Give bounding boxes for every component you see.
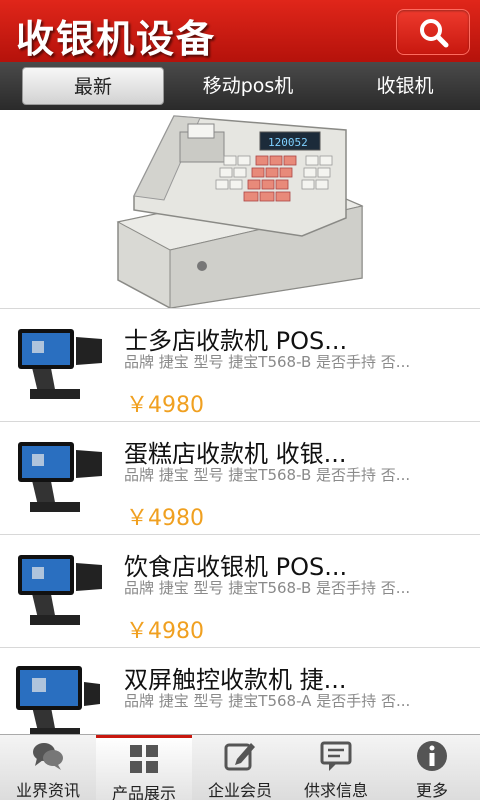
register-display-digits: 120052 [268, 136, 308, 149]
grid-icon [130, 745, 158, 773]
nav-products[interactable]: 产品展示 [96, 735, 192, 800]
list-item[interactable]: 双屏触控收款机 捷... 品牌 捷宝 型号 捷宝T568-A 是否手持 否... [0, 647, 480, 734]
info-icon [417, 741, 447, 771]
tab-cash-register[interactable]: 收银机 [340, 67, 470, 105]
product-price: ￥4980 [126, 619, 204, 644]
cash-register-image: 120052 [116, 115, 364, 308]
product-description: 品牌 捷宝 型号 捷宝T568-A 是否手持 否... [124, 692, 411, 710]
tab-latest[interactable]: 最新 [22, 67, 164, 105]
category-tabs: 最新 移动pos机 收银机 [0, 62, 480, 110]
hero-banner[interactable]: 120052 [0, 110, 480, 308]
list-item[interactable]: 蛋糕店收款机 收银... 品牌 捷宝 型号 捷宝T568-B 是否手持 否...… [0, 421, 480, 534]
nav-more[interactable]: 更多 [384, 735, 480, 800]
nav-label: 更多 [415, 781, 448, 800]
nav-members[interactable]: 企业会员 [192, 735, 288, 800]
nav-industry-news[interactable]: 业界资讯 [0, 735, 96, 800]
tab-mobile-pos[interactable]: 移动pos机 [178, 67, 318, 105]
product-description: 品牌 捷宝 型号 捷宝T568-B 是否手持 否... [124, 353, 411, 371]
product-price: ￥4980 [126, 506, 204, 531]
nav-label: 供求信息 [303, 781, 368, 800]
list-item[interactable]: 饮食店收银机 POS... 品牌 捷宝 型号 捷宝T568-B 是否手持 否..… [0, 534, 480, 647]
nav-label: 企业会员 [207, 781, 272, 800]
nav-label: 产品展示 [111, 784, 176, 800]
nav-label: 业界资讯 [15, 781, 80, 800]
nav-supply-demand[interactable]: 供求信息 [288, 735, 384, 800]
product-price: ￥4980 [126, 393, 204, 418]
edit-icon [224, 743, 255, 771]
pos-terminal-thumbnail [18, 329, 102, 399]
pos-terminal-thumbnail [18, 555, 102, 625]
search-button[interactable] [396, 9, 470, 55]
list-item[interactable]: 士多店收款机 POS... 品牌 捷宝 型号 捷宝T568-B 是否手持 否..… [0, 308, 480, 421]
pos-terminal-thumbnail [16, 666, 100, 734]
app-title: 收银机设备 [16, 17, 217, 61]
chat-bubbles-icon [33, 743, 63, 770]
search-icon [420, 19, 449, 48]
product-description: 品牌 捷宝 型号 捷宝T568-B 是否手持 否... [124, 579, 411, 597]
pos-terminal-thumbnail [18, 442, 102, 512]
bottom-nav: 业界资讯 产品展示 企业会员 供求信息 更多 [0, 734, 480, 800]
app-header: 收银机设备 [0, 0, 480, 62]
product-description: 品牌 捷宝 型号 捷宝T568-B 是否手持 否... [124, 466, 411, 484]
product-list: 士多店收款机 POS... 品牌 捷宝 型号 捷宝T568-B 是否手持 否..… [0, 308, 480, 734]
message-icon [320, 741, 352, 771]
